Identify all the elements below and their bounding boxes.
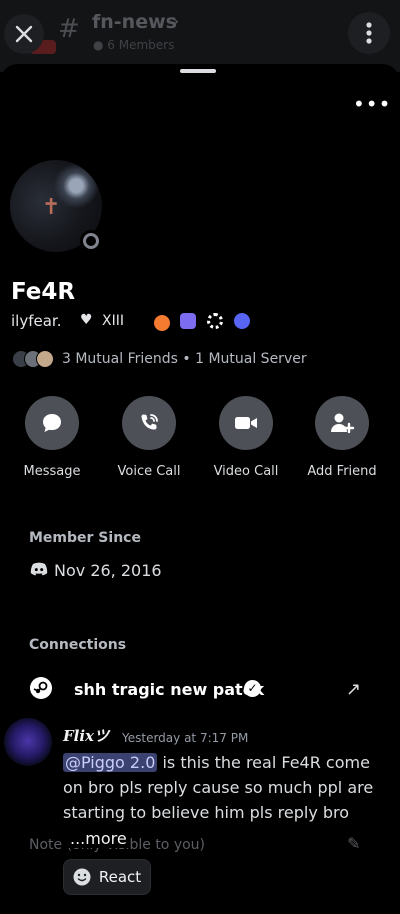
- clan-tag[interactable]: XIII: [102, 313, 124, 329]
- boost-badge-icon[interactable]: [207, 313, 223, 329]
- user-mention[interactable]: @Piggo 2.0: [63, 753, 158, 772]
- message-button[interactable]: Message: [12, 396, 92, 479]
- voice-call-button[interactable]: Voice Call: [109, 396, 189, 479]
- message-bubble-icon: [43, 414, 61, 432]
- phone-icon: [141, 414, 158, 430]
- message-author-name[interactable]: Flixツ: [63, 725, 109, 746]
- add-friend-label: Add Friend: [307, 464, 377, 479]
- steam-logo-icon: [33, 681, 48, 694]
- nitro-badge-icon[interactable]: [180, 313, 196, 329]
- avatar: [36, 350, 54, 368]
- message-content: @Piggo 2.0 is this the real Fe4R come on…: [63, 750, 393, 825]
- add-friend-icon: [331, 413, 355, 434]
- voice-call-button-circle[interactable]: [122, 396, 176, 450]
- steam-icon: [30, 677, 52, 699]
- react-button[interactable]: React: [63, 859, 151, 895]
- mutual-friends-avatars[interactable]: [12, 350, 56, 368]
- close-button[interactable]: [4, 14, 44, 54]
- clan-heart-icon: ♥: [80, 312, 93, 328]
- emoji-smile-icon: [73, 868, 91, 886]
- avatar-cross-decoration: ✝: [42, 195, 61, 220]
- member-since-date: Nov 26, 2016: [54, 561, 162, 580]
- channel-member-count: ● 6 Members: [93, 38, 175, 52]
- quest-badge-icon[interactable]: [234, 313, 250, 329]
- chevron-right-icon: ›: [172, 11, 180, 32]
- react-label: React: [98, 868, 142, 886]
- display-name: Fe4R: [11, 279, 76, 305]
- message-label: Message: [23, 464, 81, 479]
- mutual-summary[interactable]: 3 Mutual Friends • 1 Mutual Server: [62, 351, 307, 367]
- channel-hash-icon: #: [58, 14, 80, 44]
- external-link-icon[interactable]: ↗: [346, 679, 361, 700]
- video-call-label: Video Call: [213, 464, 279, 479]
- username: ilyfear.: [11, 312, 62, 330]
- discord-logo-icon: [30, 562, 48, 576]
- profile-more-button[interactable]: •••: [353, 92, 391, 116]
- message-timestamp: Yesterday at 7:17 PM: [122, 731, 249, 745]
- kebab-menu-icon: [366, 22, 372, 44]
- connections-heading: Connections: [29, 637, 127, 653]
- add-friend-button-circle[interactable]: [315, 396, 369, 450]
- video-call-button[interactable]: Video Call: [206, 396, 286, 479]
- sheet-drag-handle[interactable]: [180, 69, 216, 73]
- message-author-avatar[interactable]: [4, 718, 52, 766]
- voice-call-label: Voice Call: [117, 464, 181, 479]
- member-since-heading: Member Since: [29, 530, 141, 546]
- verified-check-icon: ✓: [244, 680, 261, 697]
- message-button-circle[interactable]: [25, 396, 79, 450]
- note-edit-icon[interactable]: ✎: [347, 834, 360, 853]
- channel-name[interactable]: fn-news: [92, 11, 177, 33]
- status-offline-indicator: [80, 230, 102, 252]
- video-call-button-circle[interactable]: [219, 396, 273, 450]
- hypesquad-badge-icon[interactable]: [152, 313, 172, 333]
- channel-menu-button[interactable]: [348, 12, 390, 54]
- video-camera-icon: [235, 417, 257, 429]
- add-friend-button[interactable]: Add Friend: [302, 396, 382, 479]
- connection-steam-name[interactable]: shh tragic new patek: [74, 680, 264, 699]
- show-more-link[interactable]: ...more: [68, 829, 129, 848]
- close-icon: [15, 25, 33, 43]
